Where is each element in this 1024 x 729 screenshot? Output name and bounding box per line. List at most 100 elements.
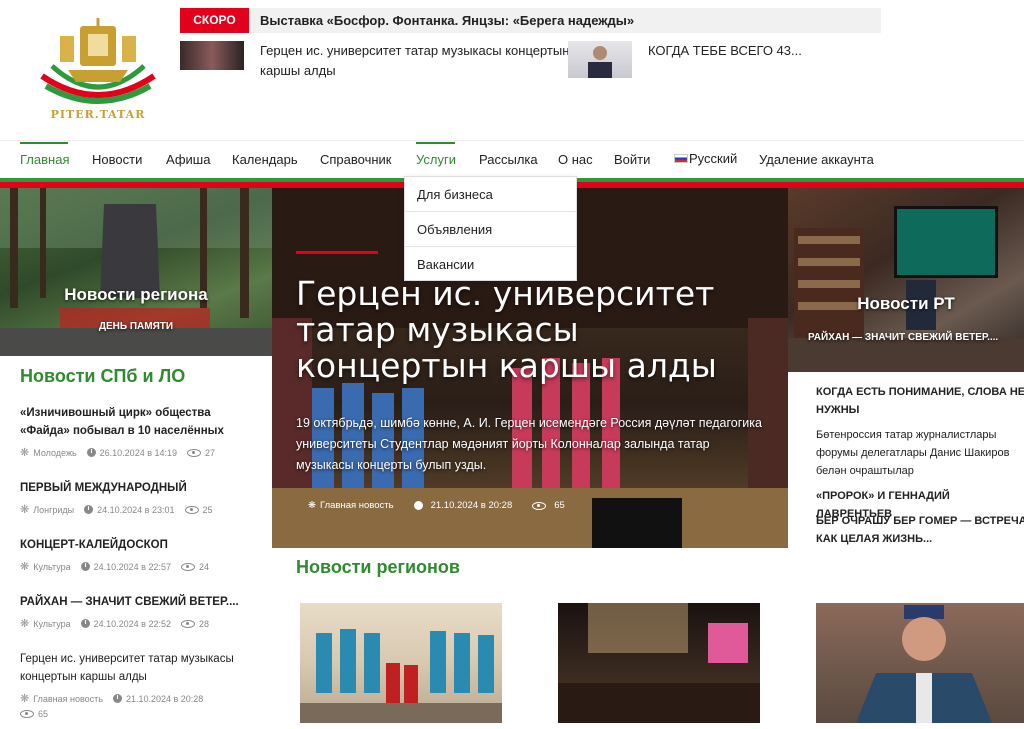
dropdown-item-business[interactable]: Для бизнеса	[405, 177, 576, 212]
folk-ensemble-photo-icon	[300, 629, 502, 723]
tile-title[interactable]: Новости региона	[0, 285, 272, 305]
news-category[interactable]: Молодежь	[33, 448, 76, 458]
news-views-row: 65	[20, 709, 256, 719]
category-icon: ❋	[20, 693, 30, 705]
news-category[interactable]: Культура	[33, 619, 70, 629]
announcement-text[interactable]: Выставка «Босфор. Фонтанка. Янцзы: «Бере…	[260, 8, 634, 33]
news-date: 24.10.2024 в 22:57	[93, 561, 171, 572]
news-date: 26.10.2024 в 14:19	[99, 447, 178, 458]
main-nav: Главная Новости Афиша Календарь Справочн…	[0, 140, 1024, 178]
views-icon	[20, 710, 34, 718]
list-item[interactable]: КОГДА ЕСТЬ ПОНИМАНИЕ, СЛОВА НЕ НУЖНЫ	[816, 383, 1024, 419]
top-news-title[interactable]: Герцен ис. университет татар музыкасы ко…	[260, 41, 569, 61]
news-meta: ❋ Культура 24.10.2024 в 22:57 24	[20, 560, 256, 573]
clock-icon	[84, 505, 94, 514]
news-meta: ❋ Культура 24.10.2024 в 22:52 28	[20, 617, 256, 630]
nav-item-directory[interactable]: Справочник	[320, 152, 392, 167]
category-icon: ❋	[20, 561, 30, 573]
nav-active-indicator	[20, 142, 68, 144]
soon-badge: СКОРО	[180, 8, 249, 33]
news-views: 25	[202, 504, 213, 515]
category-icon: ❋	[20, 447, 30, 459]
rt-news-tile[interactable]: Новости РТ РАЙХАН — ЗНАЧИТ СВЕЖИЙ ВЕТЕР.…	[788, 188, 1024, 372]
tile-title[interactable]: Новости РТ	[788, 294, 1024, 314]
nav-item-afisha[interactable]: Афиша	[166, 152, 210, 167]
nav-item-about[interactable]: О нас	[558, 152, 593, 167]
person-photo-icon	[588, 46, 612, 78]
services-dropdown: Для бизнеса Объявления Вакансии	[404, 176, 577, 281]
views-icon	[181, 619, 195, 628]
views-icon	[181, 562, 195, 571]
region-news-thumbnail[interactable]	[558, 603, 760, 723]
nav-item-calendar[interactable]: Календарь	[232, 152, 298, 167]
news-meta: ❋ Лонгриды 24.10.2024 в 23:01 25	[20, 503, 256, 516]
stage-photo-icon	[558, 603, 760, 723]
clock-icon	[86, 448, 96, 457]
region-news-thumbnail[interactable]	[816, 603, 1024, 723]
news-views: 65	[38, 709, 49, 719]
ship-emblem-icon	[40, 18, 156, 104]
tile-subtitle[interactable]: РАЙХАН — ЗНАЧИТ СВЕЖИЙ ВЕТЕР....	[808, 332, 998, 343]
nav-item-language[interactable]: Русский	[674, 151, 737, 166]
clock-icon	[80, 619, 90, 628]
nav-item-news[interactable]: Новости	[92, 152, 142, 167]
clock-icon	[413, 501, 423, 510]
hero-views: 65	[554, 500, 565, 511]
site-logo[interactable]: PITER.TATAR	[38, 16, 158, 124]
logo-text: PITER.TATAR	[50, 108, 146, 121]
list-item[interactable]: БЕР ОЧРАШУ БЕР ГОМЕР — ВСТРЕЧА КАК ЦЕЛАЯ…	[816, 512, 1024, 548]
nav-open-indicator	[416, 142, 455, 144]
section-title-spb[interactable]: Новости СПб и ЛО	[20, 366, 185, 387]
hero-lead: 19 октябрьдә, шимбә көнне, А. И. Герцен …	[296, 416, 762, 472]
news-category[interactable]: Культура	[33, 562, 70, 572]
list-item[interactable]: «Изничивошный цирк» общества «Файда» поб…	[20, 404, 256, 459]
region-news-thumbnail[interactable]	[300, 603, 502, 723]
list-item[interactable]: Бөтенроссия татар журналистлары форумы д…	[816, 426, 1024, 480]
category-icon: ❋	[308, 500, 316, 511]
tv-screen-icon	[894, 206, 998, 278]
views-icon	[184, 505, 199, 514]
news-meta: ❋ Молодежь 26.10.2024 в 14:19 27	[20, 446, 256, 459]
top-news-title-line2[interactable]: каршы алды	[260, 61, 336, 81]
section-title-regions[interactable]: Новости регионов	[296, 557, 460, 578]
news-title[interactable]: ПЕРВЫЙ МЕЖДУНАРОДНЫЙ	[20, 479, 256, 497]
views-icon	[187, 448, 202, 457]
language-label: Русский	[689, 151, 738, 166]
hero-date: 21.10.2024 в 20:28	[430, 500, 513, 511]
list-item[interactable]: Герцен ис. университет татар музыкасы ко…	[20, 650, 256, 719]
list-item[interactable]: ПЕРВЫЙ МЕЖДУНАРОДНЫЙ ❋ Лонгриды 24.10.202…	[20, 479, 256, 516]
hero-accent-line	[296, 251, 378, 254]
clock-icon	[112, 694, 122, 703]
dropdown-item-ads[interactable]: Объявления	[405, 212, 576, 247]
category-icon: ❋	[20, 504, 30, 516]
hero-category[interactable]: Главная новость	[320, 500, 394, 511]
nav-item-services[interactable]: Услуги	[416, 152, 456, 167]
announcement-bar[interactable]: СКОРО Выставка «Босфор. Фонтанка. Янцзы:…	[180, 8, 881, 33]
category-icon: ❋	[20, 618, 30, 630]
top-news-thumbnail[interactable]	[180, 41, 244, 70]
news-views: 27	[205, 447, 216, 458]
news-date: 24.10.2024 в 23:01	[97, 504, 175, 515]
news-category[interactable]: Главная новость	[33, 694, 103, 704]
list-item[interactable]: КОНЦЕРТ-КАЛЕЙДОСКОП ❋ Культура 24.10.2024…	[20, 536, 256, 573]
hero-title[interactable]: Герцен ис. университет татар музыкасы ко…	[296, 276, 766, 384]
news-category[interactable]: Лонгриды	[33, 505, 74, 515]
nav-item-home[interactable]: Главная	[20, 152, 69, 167]
news-title[interactable]: РАЙХАН — ЗНАЧИТ СВЕЖИЙ ВЕТЕР....	[20, 593, 256, 611]
top-news-thumbnail[interactable]	[568, 41, 632, 78]
clock-icon	[80, 562, 90, 571]
nav-item-mailing[interactable]: Рассылка	[479, 152, 538, 167]
nav-item-delete-account[interactable]: Удаление аккаунта	[759, 152, 874, 167]
dropdown-item-vacancies[interactable]: Вакансии	[405, 247, 576, 282]
region-news-tile[interactable]: Новости региона ДЕНЬ ПАМЯТИ	[0, 188, 272, 356]
tile-subtitle[interactable]: ДЕНЬ ПАМЯТИ	[0, 321, 272, 332]
news-meta: ❋ Главная новость 21.10.2024 в 20:28	[20, 692, 256, 705]
news-title[interactable]: КОНЦЕРТ-КАЛЕЙДОСКОП	[20, 536, 256, 554]
news-title[interactable]: «Изничивошный цирк» общества «Файда» поб…	[20, 404, 256, 440]
top-news-title[interactable]: КОГДА ТЕБЕ ВСЕГО 43...	[648, 41, 802, 61]
news-date: 24.10.2024 в 22:52	[93, 618, 171, 629]
nav-item-login[interactable]: Войти	[614, 152, 650, 167]
news-title[interactable]: Герцен ис. университет татар музыкасы ко…	[20, 650, 256, 686]
list-item[interactable]: РАЙХАН — ЗНАЧИТ СВЕЖИЙ ВЕТЕР.... ❋ Культу…	[20, 593, 256, 630]
news-views: 24	[199, 561, 210, 572]
